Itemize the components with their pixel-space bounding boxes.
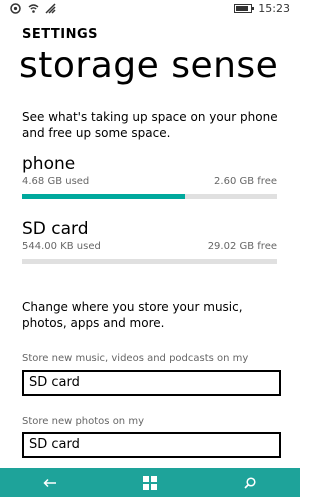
navigation-bar bbox=[0, 468, 300, 497]
photos-location-select[interactable]: SD card bbox=[22, 432, 281, 458]
signal-icon bbox=[45, 3, 56, 17]
settings-header: SETTINGS bbox=[22, 27, 99, 42]
change-location-text: Change where you store your music, photo… bbox=[22, 300, 243, 330]
storage-sd-bar bbox=[22, 259, 277, 264]
storage-phone-name: phone bbox=[22, 154, 76, 174]
start-button[interactable] bbox=[130, 468, 170, 497]
status-bar: 15:23 bbox=[0, 0, 300, 18]
storage-phone-used: 4.68 GB used bbox=[22, 176, 90, 187]
back-icon bbox=[43, 478, 56, 487]
storage-sd-free: 29.02 GB free bbox=[207, 241, 277, 252]
search-icon bbox=[244, 476, 256, 489]
wifi-icon bbox=[28, 3, 39, 17]
back-button[interactable] bbox=[30, 468, 70, 497]
storage-sd-name: SD card bbox=[22, 219, 89, 239]
windows-icon bbox=[143, 475, 157, 490]
intro-text: See what's taking up space on your phone… bbox=[22, 110, 278, 140]
storage-phone[interactable]: phone 4.68 GB used 2.60 GB free bbox=[22, 154, 277, 199]
notification-icon bbox=[10, 3, 22, 17]
music-location-label: Store new music, videos and podcasts on … bbox=[22, 353, 249, 364]
page-title: storage sense bbox=[19, 45, 279, 86]
storage-phone-free: 2.60 GB free bbox=[214, 176, 277, 187]
storage-sd-card[interactable]: SD card 544.00 KB used 29.02 GB free bbox=[22, 219, 277, 264]
storage-phone-bar bbox=[22, 194, 277, 199]
status-time: 15:23 bbox=[258, 2, 290, 15]
storage-sd-used: 544.00 KB used bbox=[22, 241, 101, 252]
music-location-select[interactable]: SD card bbox=[22, 370, 281, 396]
storage-phone-bar-fill bbox=[22, 194, 186, 199]
search-button[interactable] bbox=[230, 468, 270, 497]
battery-icon bbox=[234, 4, 255, 13]
photos-location-label: Store new photos on my bbox=[22, 416, 144, 427]
